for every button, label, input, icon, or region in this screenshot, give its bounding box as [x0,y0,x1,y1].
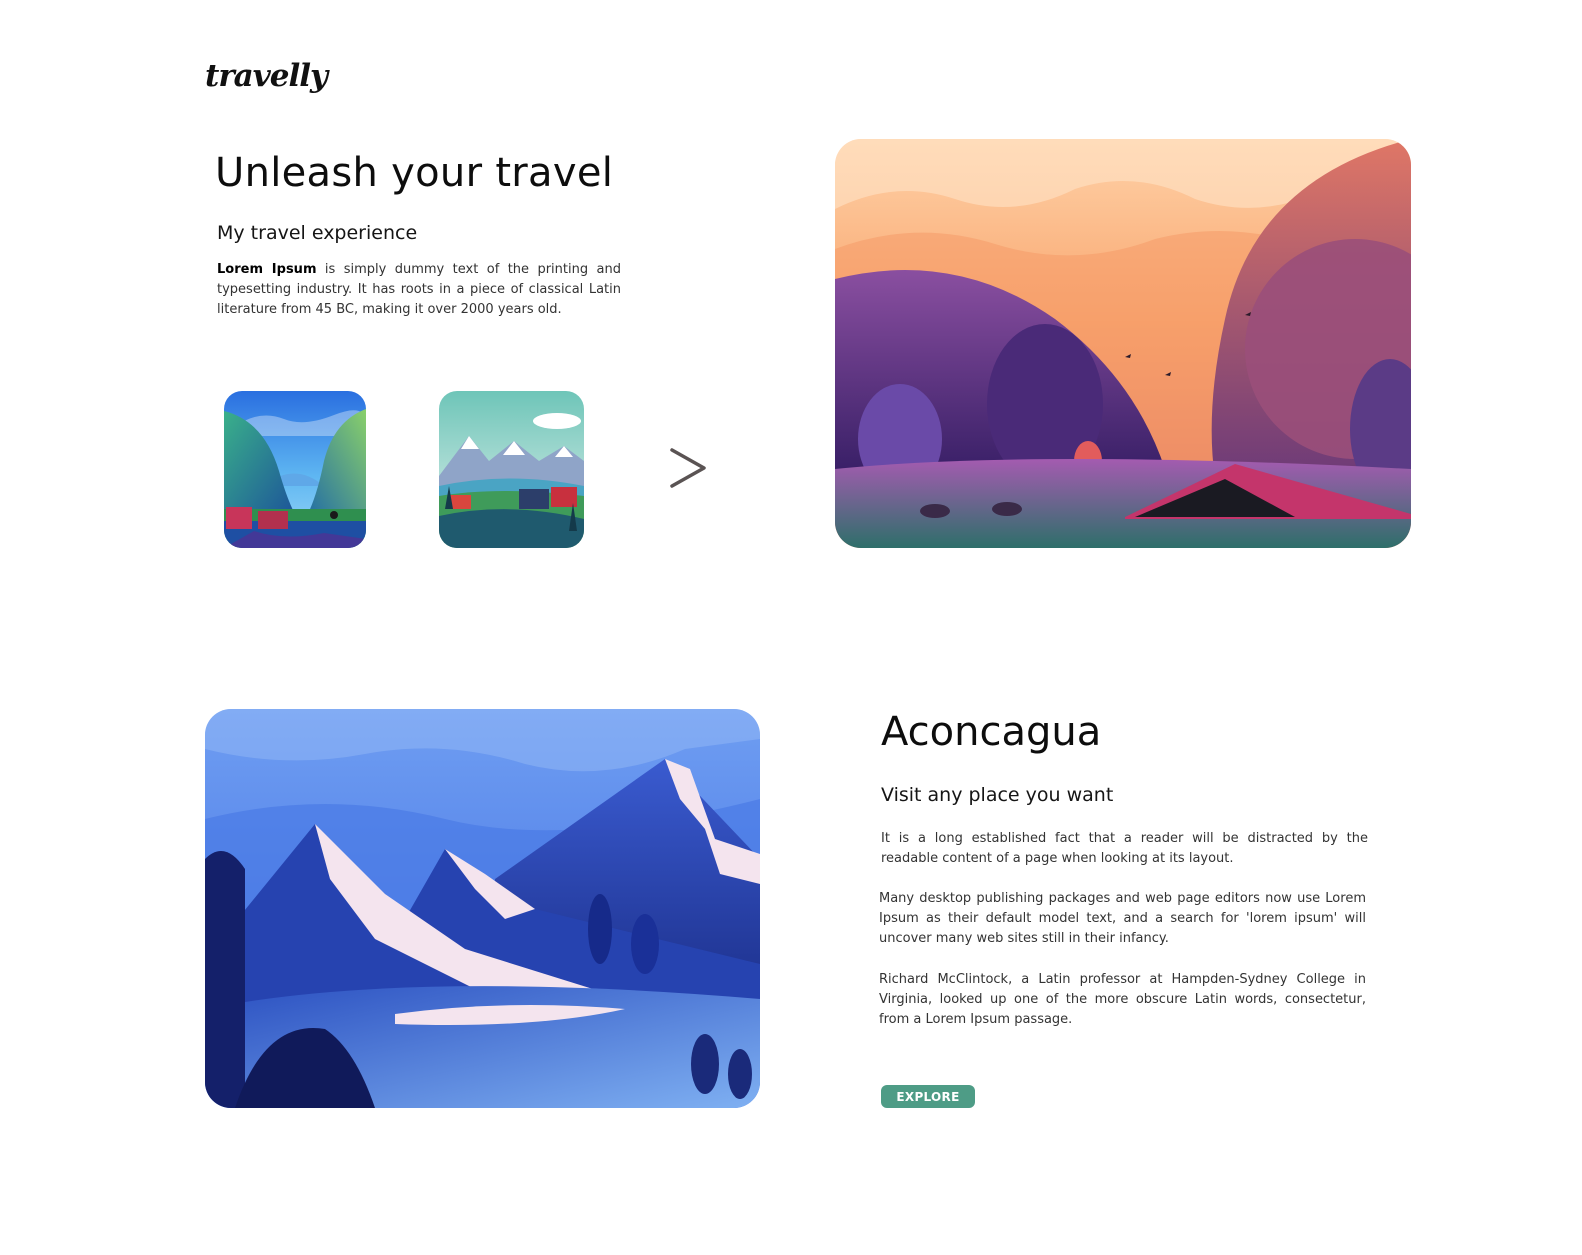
feature-image [205,709,760,1108]
hero-subtitle: My travel experience [217,222,418,244]
thumbnail-blue-valley[interactable] [224,391,366,548]
chevron-right-icon [670,448,706,488]
feature-paragraph-1: It is a long established fact that a rea… [881,831,1368,866]
snowy-mountain-village-image [439,391,584,548]
hero-title: Unleash your travel [215,150,614,196]
feature-title: Aconcagua [881,709,1102,755]
feature-paragraph-2: Many desktop publishing packages and web… [879,891,1366,946]
brand-logo[interactable]: travelly [205,58,328,94]
explore-button[interactable]: EXPLORE [881,1085,975,1108]
hero-main-image [835,139,1411,548]
next-arrow-button[interactable] [668,446,708,490]
blue-valley-landscape-image [224,391,366,548]
hero-description-bold: Lorem Ipsum [217,262,317,277]
sunset-forest-valley-illustration [835,139,1411,548]
feature-subtitle: Visit any place you want [881,784,1114,806]
hero-description: Lorem Ipsum is simply dummy text of the … [217,260,621,320]
blue-snowy-mountains-illustration [205,709,760,1108]
thumbnail-snowy-village[interactable] [439,391,584,548]
feature-paragraph-3: Richard McClintock, a Latin professor at… [879,972,1366,1027]
